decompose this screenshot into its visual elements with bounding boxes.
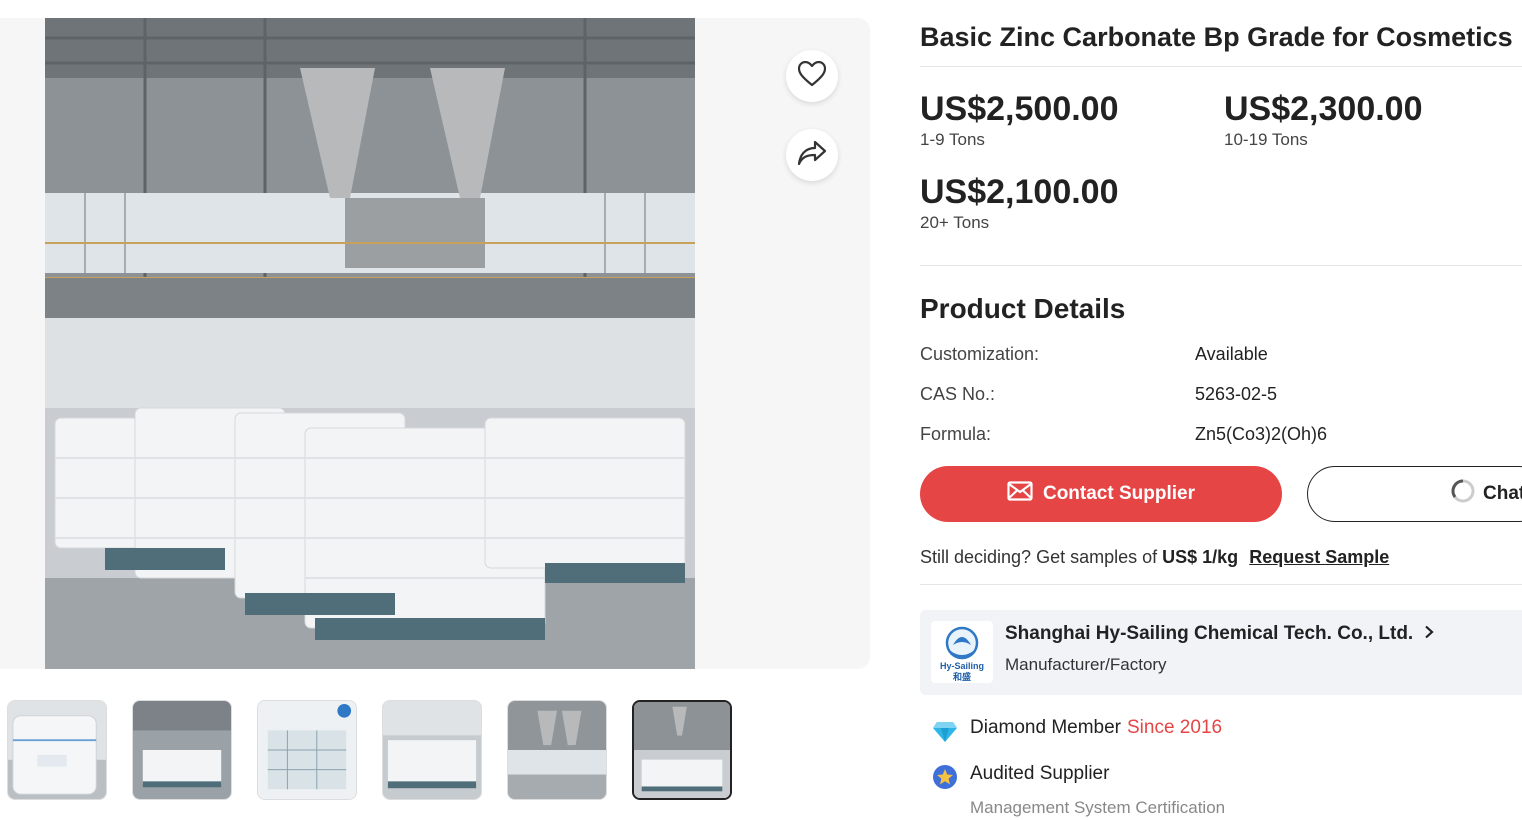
heart-icon <box>797 60 827 92</box>
price-tier-2: US$2,300.00 10-19 Tons <box>1224 89 1423 151</box>
chat-loading-icon <box>1451 479 1475 509</box>
sample-line: Still deciding? Get samples of US$ 1/kg … <box>920 544 1522 570</box>
product-details-list: Customization: Available CAS No.: 5263-0… <box>920 334 1522 454</box>
audited-star-icon <box>932 762 958 789</box>
svg-text:Hy-Sailing: Hy-Sailing <box>940 661 984 671</box>
contact-supplier-label: Contact Supplier <box>1042 483 1195 504</box>
chat-label: Chat <box>1483 483 1522 504</box>
favorite-button[interactable] <box>786 50 838 102</box>
product-title: Basic Zinc Carbonate Bp Grade for Cosmet… <box>920 22 1513 52</box>
share-button[interactable] <box>786 129 838 181</box>
audited-supplier-row: Audited Supplier <box>920 751 1522 797</box>
svg-text:和盛: 和盛 <box>952 671 971 683</box>
divider <box>920 584 1522 585</box>
share-icon <box>797 140 827 171</box>
supplier-badges: Diamond Member Since 2016 Audited Supplie… <box>920 705 1522 819</box>
member-label: Diamond Member <box>970 717 1121 738</box>
thumbnail-4[interactable] <box>382 700 482 800</box>
thumbnail-1[interactable] <box>7 700 107 800</box>
diamond-icon <box>932 716 958 742</box>
mail-icon <box>1007 481 1033 507</box>
detail-value: Zn5(Co3)2(Oh)6 <box>1195 424 1328 444</box>
detail-value: 5263-02-5 <box>1195 384 1278 404</box>
price-value: US$2,500.00 <box>920 90 1119 128</box>
thumbnail-2[interactable] <box>132 700 232 800</box>
product-details-heading: Product Details <box>920 293 1126 324</box>
detail-value: Available <box>1195 344 1268 364</box>
detail-label: Customization: <box>920 344 1040 364</box>
supplier-type: Manufacturer/Factory <box>1005 655 1167 674</box>
action-buttons: Contact Supplier Chat <box>920 466 1522 524</box>
contact-supplier-button[interactable]: Contact Supplier <box>920 466 1282 522</box>
price-value: US$2,300.00 <box>1224 90 1423 128</box>
divider <box>920 265 1522 266</box>
price-value: US$2,100.00 <box>920 173 1119 211</box>
price-tiers: US$2,500.00 1-9 Tons US$2,300.00 10-19 T… <box>920 67 1522 265</box>
thumbnail-3[interactable] <box>257 700 357 800</box>
detail-label: CAS No.: <box>920 384 996 404</box>
thumbnail-strip <box>7 700 732 800</box>
member-since: Since 2016 <box>1127 717 1223 738</box>
supplier-name[interactable]: Shanghai Hy-Sailing Chemical Tech. Co., … <box>1005 623 1435 645</box>
request-sample-link[interactable]: Request Sample <box>1249 547 1389 567</box>
diamond-member-row: Diamond Member Since 2016 <box>920 705 1522 751</box>
detail-label: Formula: <box>920 424 992 444</box>
price-quantity: 20+ Tons <box>920 213 990 232</box>
detail-row-cas: CAS No.: 5263-02-5 <box>920 374 1522 414</box>
price-quantity: 1-9 Tons <box>920 130 985 149</box>
detail-row-customization: Customization: Available <box>920 334 1522 374</box>
price-tier-1: US$2,500.00 1-9 Tons <box>920 89 1119 151</box>
detail-row-formula: Formula: Zn5(Co3)2(Oh)6 <box>920 414 1522 454</box>
main-image-frame <box>0 18 870 669</box>
supplier-logo: Hy-Sailing 和盛 <box>931 621 993 683</box>
sample-price: US$ 1/kg <box>1162 547 1239 567</box>
sample-prefix: Still deciding? Get samples of <box>920 547 1158 567</box>
supplier-name-label: Shanghai Hy-Sailing Chemical Tech. Co., … <box>1005 623 1414 644</box>
thumbnail-6-active[interactable] <box>632 700 732 800</box>
audited-supplier-label: Audited Supplier <box>970 763 1110 784</box>
price-quantity: 10-19 Tons <box>1224 130 1308 149</box>
diamond-member-text: Diamond Member Since 2016 <box>970 705 1222 751</box>
chat-button[interactable]: Chat <box>1307 466 1522 522</box>
main-product-image[interactable] <box>45 18 695 669</box>
certification-label: Management System Certification <box>970 798 1226 817</box>
thumbnail-5[interactable] <box>507 700 607 800</box>
price-tier-3: US$2,100.00 20+ Tons <box>920 172 1119 234</box>
chevron-right-icon <box>1418 623 1435 644</box>
supplier-card[interactable]: Hy-Sailing 和盛 Shanghai Hy-Sailing Chemic… <box>920 610 1522 695</box>
product-info: Basic Zinc Carbonate Bp Grade for Cosmet… <box>920 0 1522 819</box>
